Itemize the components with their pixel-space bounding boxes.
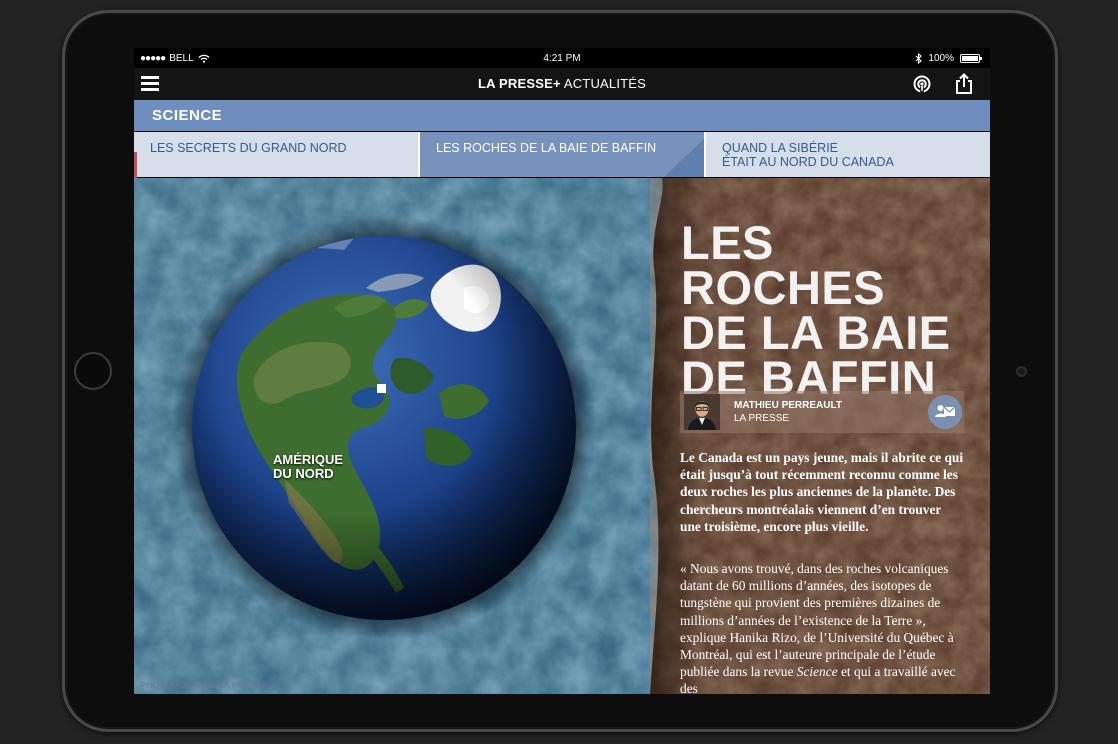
location-marker: [377, 384, 386, 393]
app-brand: LA PRESSE+ ACTUALITÉS: [134, 76, 990, 91]
share-icon[interactable]: [954, 73, 974, 95]
tab-label-line2: ÉTAIT AU NORD DU CANADA: [722, 155, 894, 170]
contact-author-button[interactable]: [928, 395, 962, 429]
section-title[interactable]: SCIENCE: [134, 100, 990, 131]
map-label-line2: DU NORD: [273, 465, 334, 481]
bluetooth-icon: [916, 53, 923, 64]
status-bar: ●●●●● BELL 4:21 PM 100%: [134, 48, 990, 68]
photo-credit: PHOTOMONTAGE LA PRESSE: [140, 680, 269, 690]
app-header: LA PRESSE+ ACTUALITÉS: [134, 68, 990, 100]
contact-icon: [935, 405, 956, 417]
author-organization: LA PRESSE: [734, 413, 790, 424]
body-text-part1: « Nous avons trouvé, dans des roches vol…: [680, 561, 954, 680]
author-name: MATHIEU PERREAULT: [734, 400, 842, 411]
article-lead: Le Canada est un pays jeune, mais il abr…: [680, 450, 964, 534]
headline-line1: LES ROCHES: [681, 216, 886, 314]
article-hero: AMÉRIQUE DU NORD PHOTOMONTAGE LA PRESSE …: [134, 178, 990, 694]
article-body: « Nous avons trouvé, dans des roches vol…: [680, 560, 964, 694]
status-right: 100%: [915, 53, 982, 64]
article-headline: LES ROCHES DE LA BAIE DE BAFFIN: [681, 219, 981, 401]
battery-icon: [960, 54, 982, 63]
author-card: MATHIEU PERREAULT LA PRESSE: [680, 391, 964, 433]
brand-section: ACTUALITÉS: [560, 76, 647, 91]
tab-secrets-grand-nord[interactable]: LES SECRETS DU GRAND NORD: [134, 132, 418, 177]
status-time: 4:21 PM: [543, 53, 581, 64]
tab-label: LES SECRETS DU GRAND NORD: [150, 141, 347, 155]
podcast-icon[interactable]: [912, 74, 932, 94]
journal-name: Science: [796, 664, 838, 680]
app-screen: ●●●●● BELL 4:21 PM 100% LA PRESSE+ ACTUA…: [134, 48, 990, 694]
tab-label-line1: QUAND LA SIBÉRIE: [722, 141, 839, 155]
brand-name: LA PRESSE+: [477, 76, 561, 91]
tab-siberie-nord-canada[interactable]: QUAND LA SIBÉRIE ÉTAIT AU NORD DU CANADA: [706, 132, 990, 177]
map-label: AMÉRIQUE DU NORD: [273, 453, 343, 480]
tab-label: LES ROCHES DE LA BAIE DE BAFFIN: [436, 141, 657, 155]
article-tabs: LES SECRETS DU GRAND NORD LES ROCHES DE …: [134, 132, 990, 177]
battery-percent: 100%: [928, 53, 954, 64]
home-button[interactable]: [74, 352, 112, 390]
author-avatar: [684, 394, 720, 430]
tab-roches-baie-baffin[interactable]: LES ROCHES DE LA BAIE DE BAFFIN: [420, 132, 704, 177]
camera-lens: [1016, 366, 1027, 377]
